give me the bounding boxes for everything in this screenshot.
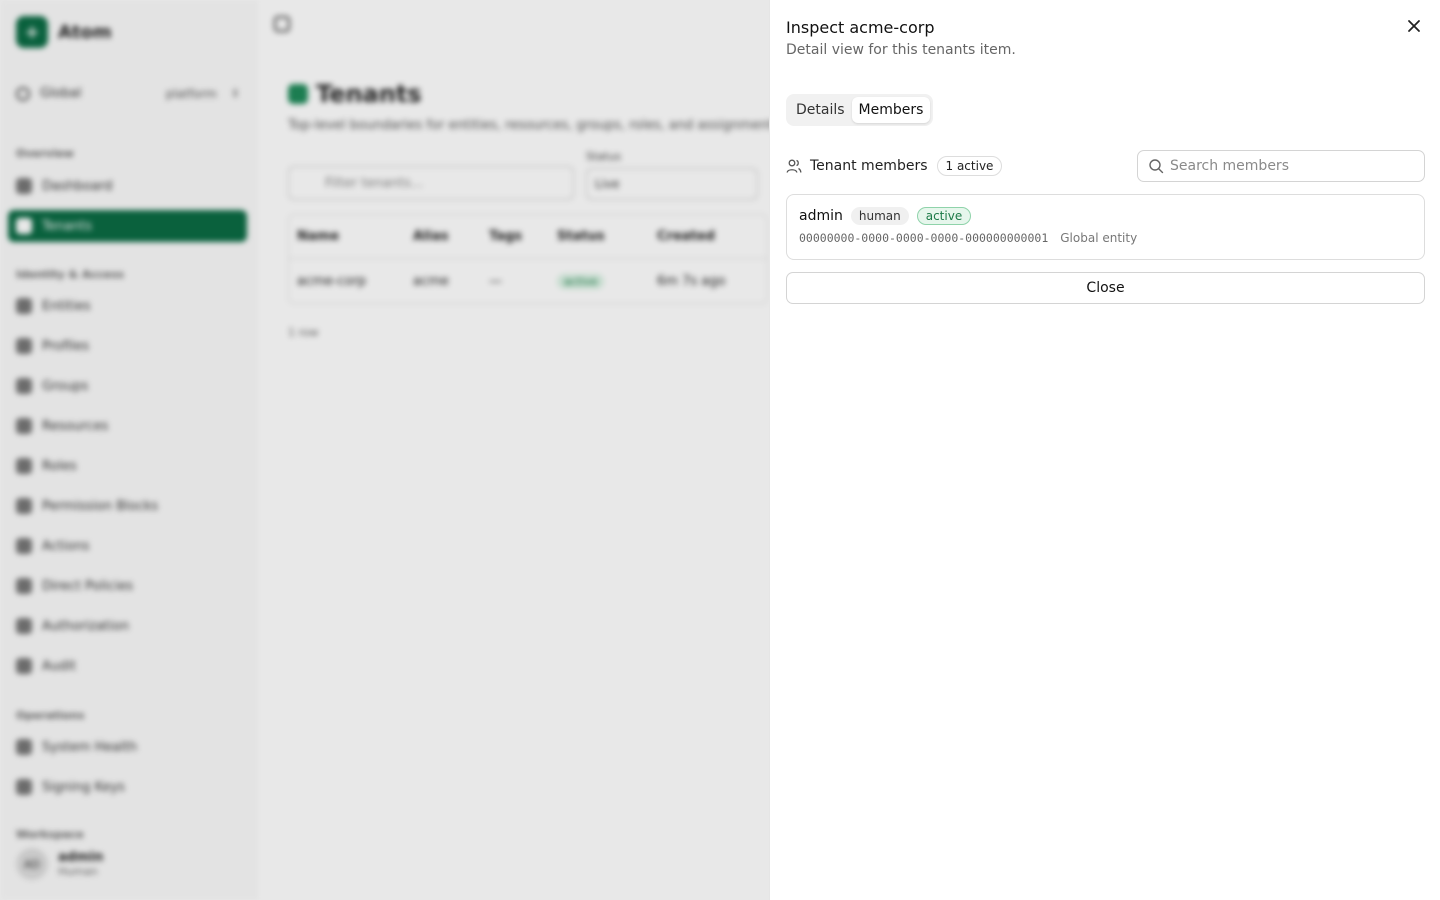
search-icon [1149,159,1164,174]
tab-members[interactable]: Members [851,97,931,123]
member-id: 00000000-0000-0000-0000-000000000001 [799,231,1049,245]
member-card[interactable]: admin human active 00000000-0000-0000-00… [786,194,1425,260]
member-card-header: admin human active [799,207,972,225]
member-type-badge: human [850,207,909,225]
members-label: Tenant members [810,158,928,174]
close-icon[interactable] [1404,16,1424,36]
panel-subtitle: Detail view for this tenants item. [786,42,1016,58]
members-search[interactable] [1137,150,1425,182]
member-card-meta: 00000000-0000-0000-0000-000000000001 Glo… [799,231,1137,245]
search-input[interactable] [1170,158,1410,174]
users-icon [786,159,802,173]
member-scope: Global entity [1060,231,1138,245]
members-header: Tenant members 1 active [786,150,1425,182]
members-count-badge: 1 active [936,156,1003,176]
panel-tabs: Details Members [786,94,934,126]
member-name: admin [799,208,843,224]
close-icon-svg [1408,20,1420,32]
tab-details[interactable]: Details [789,97,852,123]
inspect-panel: Inspect acme-corp Detail view for this t… [769,0,1440,900]
panel-title: Inspect acme-corp [786,18,935,37]
member-status-badge: active [916,207,972,225]
close-button[interactable]: Close [786,272,1425,304]
